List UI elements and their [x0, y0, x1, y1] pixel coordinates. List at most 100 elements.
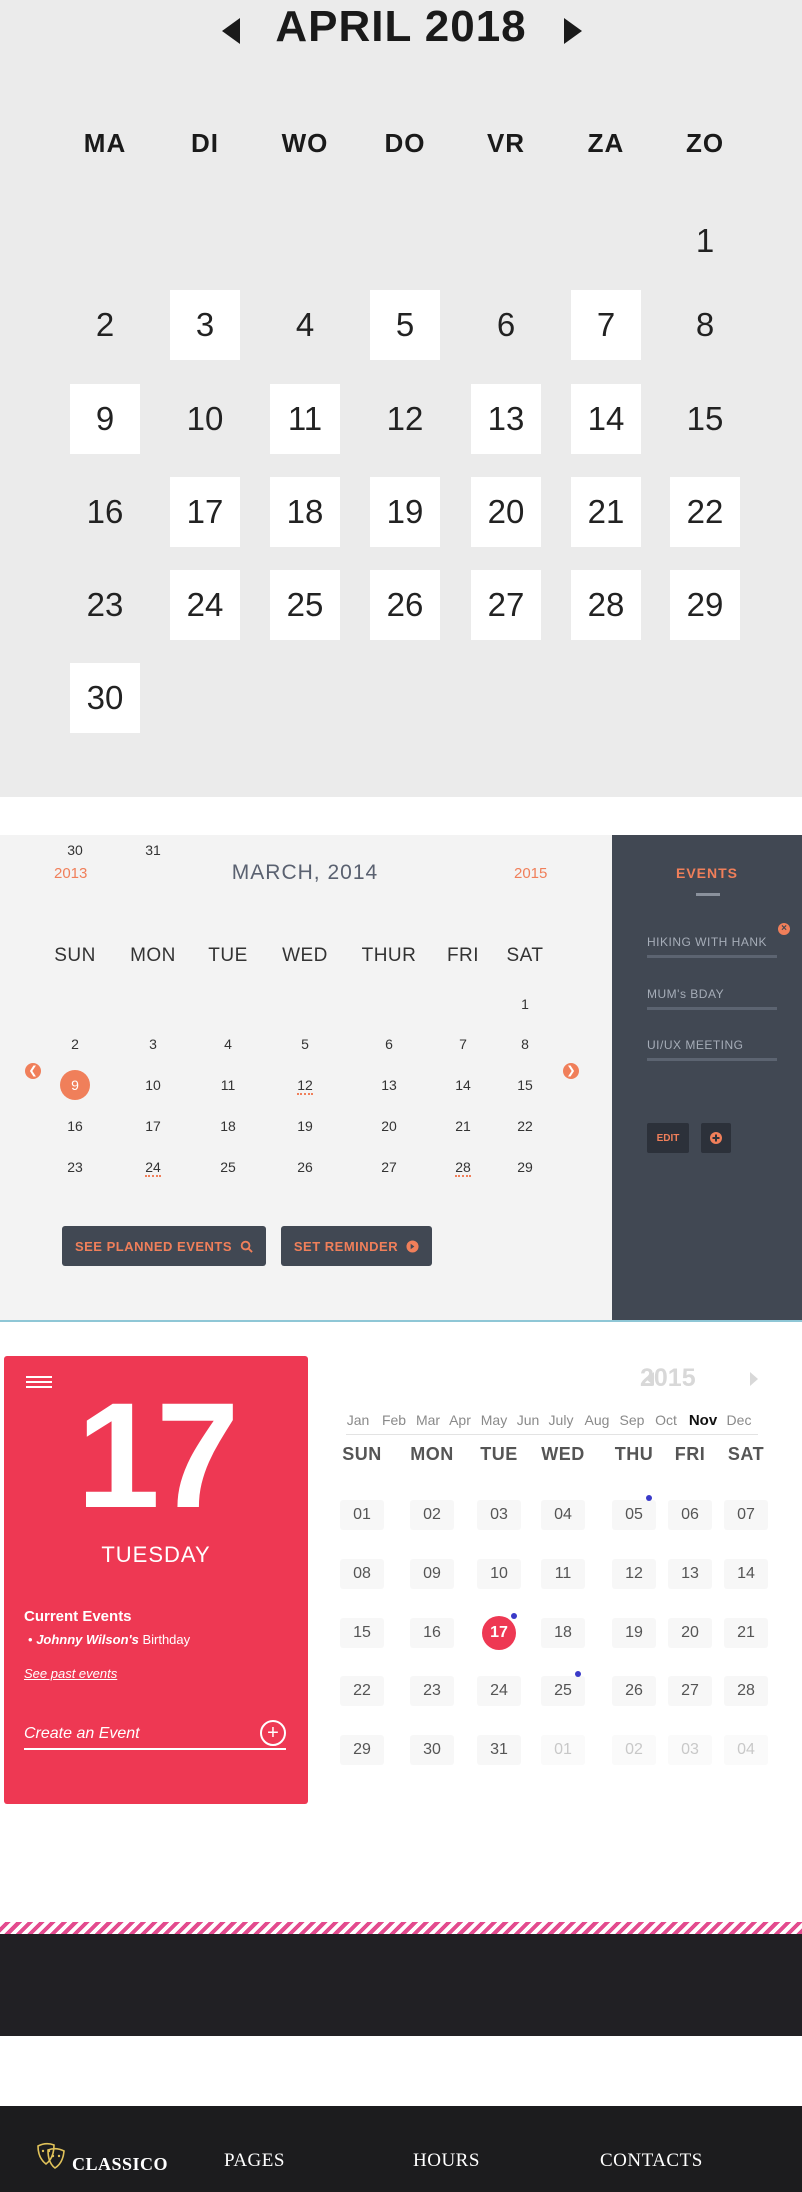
day-cell[interactable]: 14: [571, 384, 641, 454]
day-cell[interactable]: 19: [285, 1111, 325, 1141]
day-cell[interactable]: 9: [70, 384, 140, 454]
day-cell[interactable]: 28: [724, 1676, 768, 1706]
day-cell[interactable]: 27: [668, 1676, 712, 1706]
day-cell-with-event[interactable]: 24: [133, 1152, 173, 1182]
day-cell[interactable]: 30: [410, 1735, 454, 1765]
day-cell[interactable]: 13: [471, 384, 541, 454]
day-cell[interactable]: 8: [670, 290, 740, 360]
see-past-events-link[interactable]: See past events: [24, 1666, 117, 1681]
day-cell[interactable]: 26: [370, 570, 440, 640]
day-cell[interactable]: 02: [410, 1500, 454, 1530]
day-cell[interactable]: 06: [668, 1500, 712, 1530]
plus-circle-icon[interactable]: +: [260, 1720, 286, 1746]
day-cell[interactable]: 3: [170, 290, 240, 360]
day-cell[interactable]: 23: [70, 570, 140, 640]
day-cell[interactable]: 13: [369, 1070, 409, 1100]
day-cell[interactable]: 18: [541, 1618, 585, 1648]
day-cell[interactable]: 11: [208, 1070, 248, 1100]
footer-link-pages[interactable]: PAGES: [224, 2150, 285, 2172]
event-item[interactable]: UI/UX MEETING: [647, 1038, 777, 1061]
day-cell-today[interactable]: 17: [482, 1616, 516, 1650]
brand-name[interactable]: CLASSICO: [72, 2154, 168, 2175]
day-cell[interactable]: 14: [724, 1559, 768, 1589]
set-reminder-button[interactable]: SET REMINDER: [281, 1226, 432, 1266]
month-jan[interactable]: Jan: [340, 1412, 376, 1428]
day-cell[interactable]: 20: [668, 1618, 712, 1648]
event-item[interactable]: MUM's BDAY: [647, 987, 777, 1010]
day-cell[interactable]: 22: [670, 477, 740, 547]
day-cell[interactable]: 17: [133, 1111, 173, 1141]
add-event-button[interactable]: [701, 1123, 731, 1153]
day-cell[interactable]: 22: [505, 1111, 545, 1141]
day-cell[interactable]: 3: [133, 1029, 173, 1059]
event-item[interactable]: HIKING WITH HANK: [647, 935, 777, 958]
month-mar[interactable]: Mar: [410, 1412, 446, 1428]
day-cell[interactable]: 8: [505, 1029, 545, 1059]
day-cell[interactable]: 30: [70, 663, 140, 733]
next-month-arrow-icon[interactable]: [564, 18, 582, 44]
month-dec[interactable]: Dec: [721, 1412, 757, 1428]
day-cell[interactable]: 15: [670, 384, 740, 454]
day-cell[interactable]: 18: [270, 477, 340, 547]
day-cell[interactable]: 19: [370, 477, 440, 547]
day-cell[interactable]: 29: [340, 1735, 384, 1765]
create-event-input[interactable]: [24, 1720, 244, 1748]
month-apr[interactable]: Apr: [442, 1412, 478, 1428]
day-cell[interactable]: 31: [477, 1735, 521, 1765]
day-cell[interactable]: 13: [668, 1559, 712, 1589]
month-nov[interactable]: Nov: [685, 1412, 721, 1429]
day-cell-with-event[interactable]: 28: [443, 1152, 483, 1182]
day-cell[interactable]: 16: [70, 477, 140, 547]
day-cell[interactable]: 16: [410, 1618, 454, 1648]
day-cell[interactable]: 22: [340, 1676, 384, 1706]
day-cell[interactable]: 01: [340, 1500, 384, 1530]
day-cell-next-month[interactable]: 02: [612, 1735, 656, 1765]
day-cell[interactable]: 21: [724, 1618, 768, 1648]
day-cell[interactable]: 07: [724, 1500, 768, 1530]
day-cell-next-month[interactable]: 04: [724, 1735, 768, 1765]
day-cell[interactable]: 6: [471, 290, 541, 360]
day-cell[interactable]: 11: [270, 384, 340, 454]
day-cell[interactable]: 26: [285, 1152, 325, 1182]
theater-masks-logo-icon[interactable]: [34, 2138, 68, 2172]
day-cell[interactable]: 1: [670, 206, 740, 276]
day-cell[interactable]: 08: [340, 1559, 384, 1589]
month-sep[interactable]: Sep: [614, 1412, 650, 1428]
day-cell-selected[interactable]: 9: [60, 1070, 90, 1100]
day-cell[interactable]: 27: [369, 1152, 409, 1182]
day-cell[interactable]: 10: [477, 1559, 521, 1589]
day-cell[interactable]: 05: [612, 1500, 656, 1530]
day-cell[interactable]: 2: [70, 290, 140, 360]
month-may[interactable]: May: [476, 1412, 512, 1428]
month-jun[interactable]: Jun: [510, 1412, 546, 1428]
day-cell[interactable]: 4: [270, 290, 340, 360]
edit-button[interactable]: EDIT: [647, 1123, 689, 1153]
prev-month-arrow-icon[interactable]: ❮: [25, 1063, 41, 1079]
day-cell[interactable]: 14: [443, 1070, 483, 1100]
day-cell[interactable]: 10: [133, 1070, 173, 1100]
day-cell[interactable]: 5: [370, 290, 440, 360]
footer-link-hours[interactable]: HOURS: [413, 2150, 480, 2172]
day-cell[interactable]: 12: [370, 384, 440, 454]
next-month-arrow-icon[interactable]: ❯: [563, 1063, 579, 1079]
day-cell-with-event[interactable]: 12: [285, 1070, 325, 1100]
day-cell-next-month[interactable]: 01: [541, 1735, 585, 1765]
day-cell[interactable]: 03: [477, 1500, 521, 1530]
day-cell[interactable]: 2: [55, 1029, 95, 1059]
day-cell[interactable]: 29: [505, 1152, 545, 1182]
day-cell[interactable]: 12: [612, 1559, 656, 1589]
day-cell[interactable]: 20: [369, 1111, 409, 1141]
day-cell[interactable]: 16: [55, 1111, 95, 1141]
day-cell[interactable]: 15: [340, 1618, 384, 1648]
day-cell[interactable]: 23: [410, 1676, 454, 1706]
day-cell[interactable]: 19: [612, 1618, 656, 1648]
day-cell[interactable]: 04: [541, 1500, 585, 1530]
day-cell[interactable]: 26: [612, 1676, 656, 1706]
day-cell[interactable]: 10: [170, 384, 240, 454]
day-cell[interactable]: 4: [208, 1029, 248, 1059]
month-aug[interactable]: Aug: [579, 1412, 615, 1428]
next-year-link[interactable]: 2015: [514, 865, 547, 882]
day-cell[interactable]: 29: [670, 570, 740, 640]
day-cell[interactable]: 30: [55, 835, 95, 865]
next-year-arrow-icon[interactable]: [750, 1372, 758, 1386]
